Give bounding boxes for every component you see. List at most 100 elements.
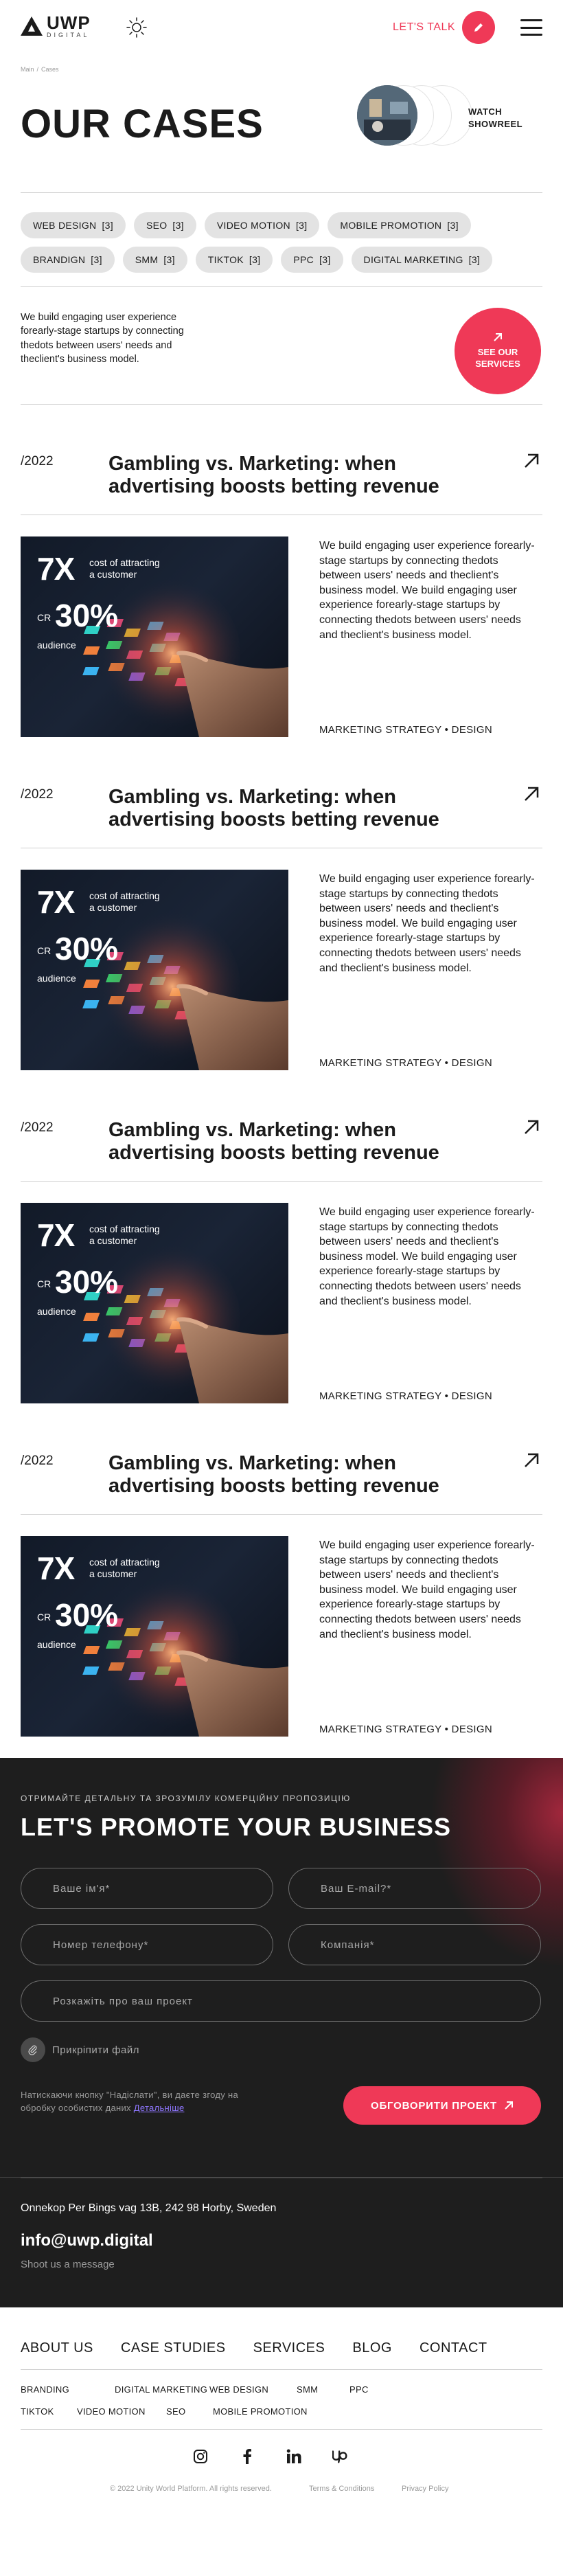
case-title[interactable]: Gambling vs. Marketing: when advertising…: [108, 1452, 493, 1498]
case-card[interactable]: /2022 Gambling vs. Marketing: when adver…: [0, 738, 563, 1071]
case-image[interactable]: 7X cost of attracting a customer CR 30% …: [21, 1203, 288, 1403]
divider: [21, 1181, 542, 1182]
case-title[interactable]: Gambling vs. Marketing: when advertising…: [108, 786, 493, 832]
see-our-services-button[interactable]: SEE OUR SERVICES: [455, 308, 541, 394]
filter-tag-count: [3]: [249, 254, 261, 265]
upwork-icon[interactable]: [332, 2448, 349, 2465]
showreel-label: WATCH SHOWREEL: [468, 106, 523, 129]
company-field[interactable]: [288, 1924, 541, 1965]
project-field[interactable]: [21, 1980, 541, 2022]
menu-icon[interactable]: [520, 17, 542, 38]
divider: [21, 2369, 542, 2370]
privacy-link[interactable]: Privacy Policy: [402, 2485, 448, 2493]
case-description: We build engaging user experience forear…: [319, 873, 535, 974]
stat-value: 7X: [37, 551, 75, 587]
instagram-icon[interactable]: [192, 2448, 209, 2465]
stat-value: 30%: [55, 931, 119, 967]
case-year: /2022: [21, 787, 54, 802]
filter-tag[interactable]: DIGITAL MARKETING [3]: [351, 247, 493, 273]
filter-tag-label: WEB DESIGN: [33, 220, 97, 231]
footer-nav-item[interactable]: ABOUT US: [21, 2340, 93, 2356]
filter-tag[interactable]: WEB DESIGN [3]: [21, 212, 126, 238]
filter-tag-label: SEO: [146, 220, 168, 231]
submit-project-button[interactable]: ОБГОВОРИТИ ПРОЕКТ: [343, 2086, 541, 2125]
case-tags: MARKETING STRATEGY • DESIGN: [319, 1390, 492, 1402]
cases-list: /2022 Gambling vs. Marketing: when adver…: [0, 405, 563, 1737]
page-title: OUR CASES: [21, 102, 264, 146]
showreel-button[interactable]: WATCH SHOWREEL: [357, 82, 549, 151]
filter-tag-label: TIKTOK: [207, 254, 244, 265]
lets-talk-button[interactable]: [462, 11, 495, 44]
footer-nav-item[interactable]: BLOG: [352, 2340, 392, 2356]
case-card[interactable]: /2022 Gambling vs. Marketing: when adver…: [0, 1071, 563, 1404]
filter-tag-label: VIDEO MOTION: [216, 220, 290, 231]
linkedin-icon[interactable]: [286, 2448, 302, 2465]
filter-tag-count: [3]: [91, 254, 102, 265]
showreel-thumbnail: [357, 85, 417, 146]
footer-service-link[interactable]: BRANDING: [21, 2384, 69, 2395]
stat-value: 7X: [37, 884, 75, 920]
filter-tag[interactable]: MOBILE PROMOTION [3]: [328, 212, 471, 238]
footer-service-link[interactable]: VIDEO MOTION: [77, 2406, 146, 2417]
footer-nav: ABOUT US CASE STUDIES SERVICES BLOG CONTACT: [21, 2340, 515, 2356]
facebook-icon[interactable]: [239, 2448, 255, 2465]
arrow-up-right-icon[interactable]: [522, 1451, 541, 1470]
case-image[interactable]: 7X cost of attracting a customer CR 30% …: [21, 1536, 288, 1737]
case-image[interactable]: 7X cost of attracting a customer CR 30% …: [21, 870, 288, 1070]
arrow-up-right-icon[interactable]: [522, 784, 541, 804]
case-card[interactable]: /2022 Gambling vs. Marketing: when adver…: [0, 405, 563, 738]
filter-tag-label: DIGITAL MARKETING: [363, 254, 463, 265]
lets-talk-link[interactable]: LET'S TALK: [393, 21, 455, 34]
footer-service-link[interactable]: DIGITAL MARKETING: [115, 2384, 207, 2395]
stat-label: cost of attracting a customer: [89, 890, 160, 913]
filter-tag[interactable]: PPC [3]: [281, 247, 343, 273]
footer-nav-item[interactable]: CASE STUDIES: [121, 2340, 226, 2356]
logo[interactable]: UWP DIGITAL: [21, 14, 91, 38]
footer: ABOUT US CASE STUDIES SERVICES BLOG CONTACT …: [0, 2307, 563, 2507]
footer-service-link[interactable]: SEO: [166, 2406, 185, 2417]
intro-text: We build engaging user experience forear…: [21, 312, 184, 365]
case-year: /2022: [21, 1120, 54, 1135]
attach-file-button[interactable]: Прикріпити файл: [21, 2037, 139, 2062]
case-tags: MARKETING STRATEGY • DESIGN: [319, 1724, 492, 1735]
email-field[interactable]: [288, 1868, 541, 1909]
case-description: We build engaging user experience forear…: [319, 1206, 535, 1307]
filter-tag-label: BRANDIGN: [33, 254, 86, 265]
sun-icon[interactable]: [126, 16, 148, 38]
filter-tag[interactable]: BRANDIGN [3]: [21, 247, 115, 273]
stat-value: 30%: [55, 598, 119, 633]
footer-service-link[interactable]: MOBILE PROMOTION: [213, 2406, 308, 2417]
case-card[interactable]: /2022 Gambling vs. Marketing: when adver…: [0, 1404, 563, 1737]
filter-tag[interactable]: SMM [3]: [122, 247, 187, 273]
address: Onnekop Per Bings vag 13B, 242 98 Horby,…: [21, 2202, 277, 2214]
footer-service-link[interactable]: SMM: [297, 2384, 318, 2395]
stat-value: 7X: [37, 1550, 75, 1586]
case-image[interactable]: 7X cost of attracting a customer CR 30% …: [21, 536, 288, 737]
stat-prefix: CR: [37, 612, 51, 623]
filter-tag[interactable]: SEO [3]: [133, 212, 196, 238]
name-field[interactable]: [21, 1868, 273, 1909]
terms-link[interactable]: Terms & Conditions: [309, 2485, 374, 2493]
case-year: /2022: [21, 1454, 54, 1468]
arrow-up-right-icon[interactable]: [522, 1118, 541, 1137]
filter-tag[interactable]: VIDEO MOTION [3]: [204, 212, 320, 238]
consent-details-link[interactable]: Детальніше: [134, 2103, 185, 2113]
filter-tag[interactable]: TIKTOK [3]: [195, 247, 273, 273]
arrow-up-right-icon[interactable]: [522, 451, 541, 471]
case-title[interactable]: Gambling vs. Marketing: when advertising…: [108, 1119, 493, 1165]
hero: OUR CASES WATCH SHOWREEL: [0, 55, 563, 192]
footer-service-link[interactable]: PPC: [349, 2384, 369, 2395]
filter-tag-count: [3]: [468, 254, 481, 265]
footer-service-link[interactable]: WEB DESIGN: [209, 2384, 268, 2395]
footer-nav-item[interactable]: SERVICES: [253, 2340, 325, 2356]
stat-prefix: CR: [37, 945, 51, 956]
case-title[interactable]: Gambling vs. Marketing: when advertising…: [108, 453, 493, 499]
filter-tag-label: PPC: [293, 254, 314, 265]
stat-prefix: CR: [37, 1612, 51, 1623]
filter-tag-label: SMM: [135, 254, 159, 265]
shoot-message-link[interactable]: Shoot us a message: [21, 2259, 115, 2270]
phone-field[interactable]: [21, 1924, 273, 1965]
footer-service-link[interactable]: TIKTOK: [21, 2406, 54, 2417]
contact-email[interactable]: info@uwp.digital: [21, 2231, 153, 2250]
footer-nav-item[interactable]: CONTACT: [420, 2340, 487, 2356]
